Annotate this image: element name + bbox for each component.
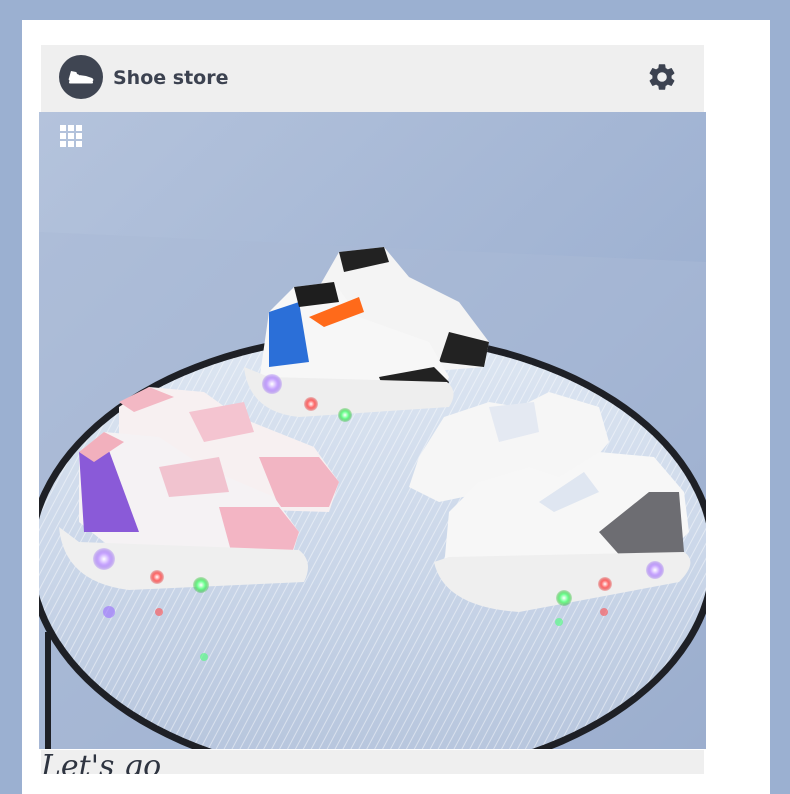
hero-image: [39, 112, 706, 749]
product-photo: [39, 112, 706, 749]
app-title: Shoe store: [113, 67, 229, 89]
settings-button[interactable]: [646, 61, 678, 93]
store-logo[interactable]: [59, 55, 103, 99]
grid-icon: [60, 125, 82, 147]
gear-icon: [649, 64, 675, 90]
grid-menu-button[interactable]: [59, 124, 83, 148]
sneaker-icon: [68, 71, 94, 84]
app-header: Shoe store: [41, 45, 704, 112]
footer-strip: Let's go: [41, 750, 704, 774]
footer-caption: Let's go: [41, 750, 162, 775]
